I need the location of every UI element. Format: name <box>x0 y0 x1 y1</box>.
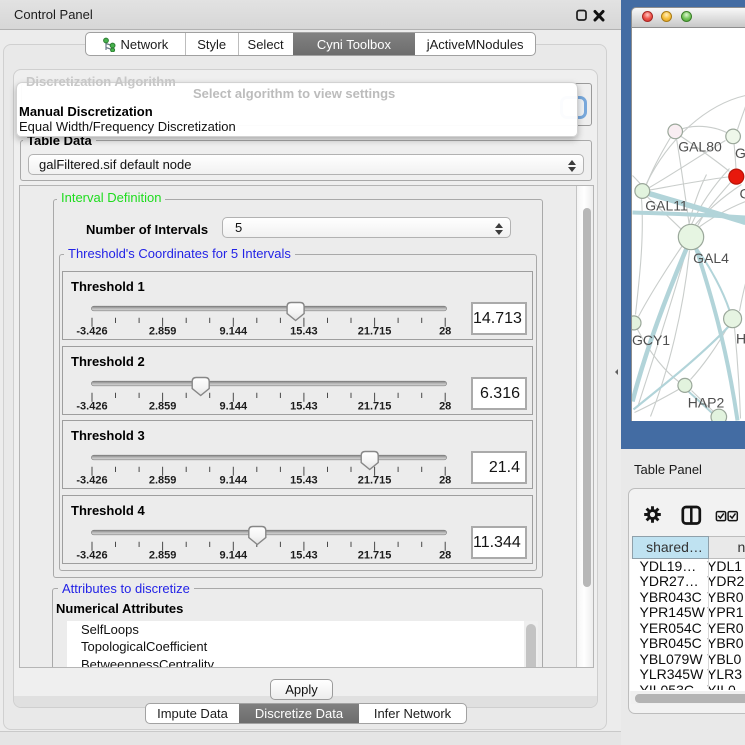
svg-text:9.144: 9.144 <box>220 326 248 338</box>
svg-text:28: 28 <box>439 400 451 412</box>
svg-text:21.715: 21.715 <box>358 326 392 338</box>
svg-text:GAL11: GAL11 <box>645 198 688 214</box>
svg-text:2.859: 2.859 <box>149 475 177 487</box>
svg-text:15.43: 15.43 <box>290 326 318 338</box>
svg-text:GAL3: GAL3 <box>735 145 745 161</box>
svg-text:15.43: 15.43 <box>290 400 318 412</box>
svg-text:21.715: 21.715 <box>358 400 392 412</box>
svg-text:21.715: 21.715 <box>358 475 392 487</box>
svg-text:-3.426: -3.426 <box>76 475 107 487</box>
svg-text:28: 28 <box>439 326 451 338</box>
svg-text:21.715: 21.715 <box>358 549 392 561</box>
svg-text:2.859: 2.859 <box>149 326 177 338</box>
svg-text:GAL4: GAL4 <box>693 250 729 266</box>
svg-text:15.43: 15.43 <box>290 549 318 561</box>
svg-text:2.859: 2.859 <box>149 400 177 412</box>
svg-text:15.43: 15.43 <box>290 475 318 487</box>
svg-text:28: 28 <box>439 549 451 561</box>
svg-text:9.144: 9.144 <box>220 400 248 412</box>
svg-text:CY: CY <box>740 186 745 202</box>
svg-text:28: 28 <box>439 475 451 487</box>
svg-text:2.859: 2.859 <box>149 549 177 561</box>
svg-text:H: H <box>736 331 745 347</box>
svg-text:GAL80: GAL80 <box>678 139 722 155</box>
svg-text:-3.426: -3.426 <box>76 549 107 561</box>
svg-text:-3.426: -3.426 <box>76 326 107 338</box>
svg-text:GCY1: GCY1 <box>632 332 670 348</box>
svg-text:9.144: 9.144 <box>220 475 248 487</box>
svg-text:HAP2: HAP2 <box>688 395 725 411</box>
svg-text:-3.426: -3.426 <box>76 400 107 412</box>
svg-text:9.144: 9.144 <box>220 549 248 561</box>
